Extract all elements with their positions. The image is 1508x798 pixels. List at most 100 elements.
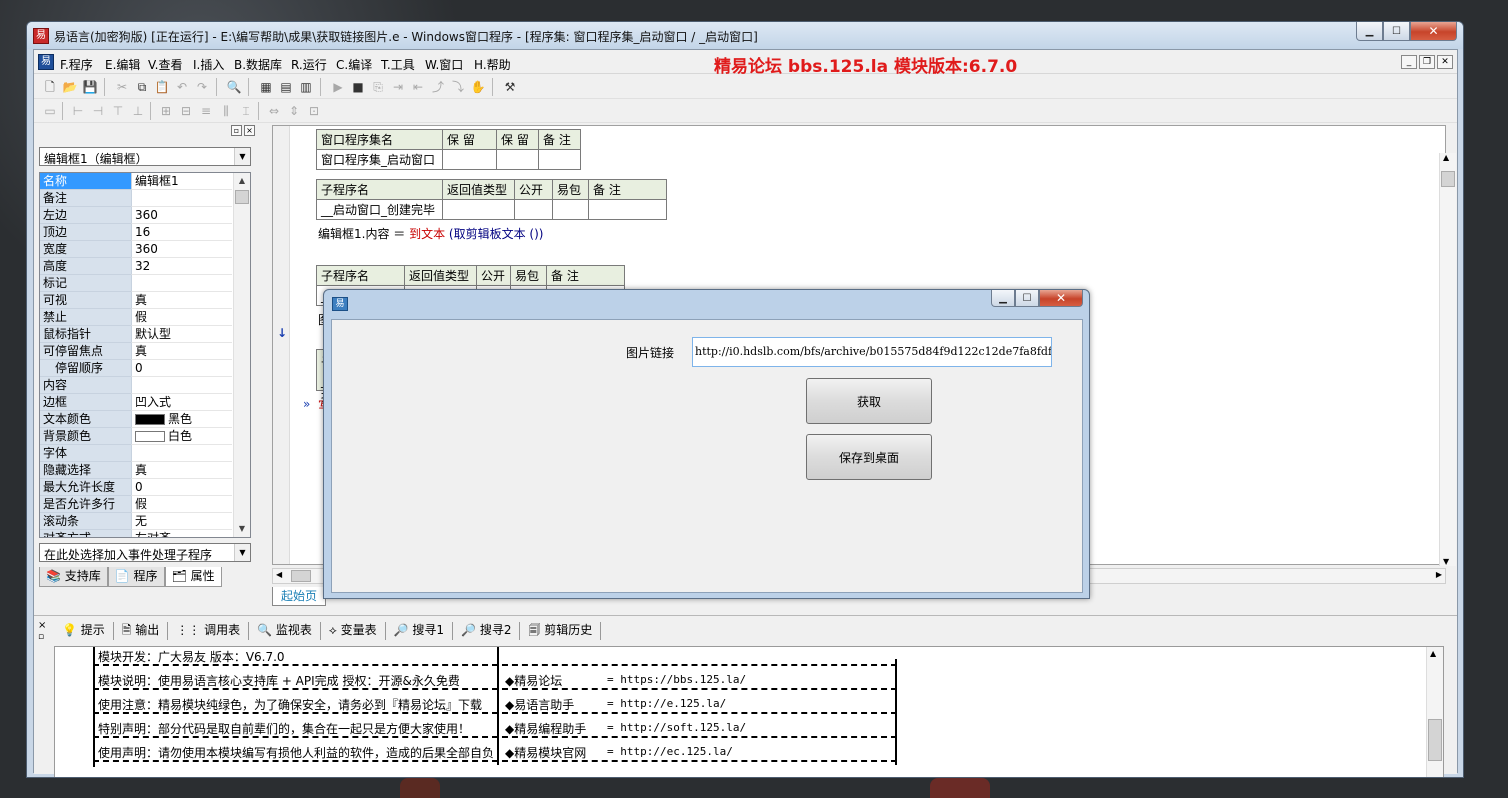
scroll-down-icon[interactable]: ▼: [234, 521, 250, 537]
property-row[interactable]: 禁止假: [40, 309, 232, 326]
code-scrollbar[interactable]: ▲ ▼: [1439, 153, 1456, 566]
menu-database[interactable]: B.数据库: [234, 56, 282, 73]
panel-close-icon[interactable]: ×: [244, 125, 255, 136]
tab-start-page[interactable]: 起始页: [272, 587, 327, 606]
output-textarea[interactable]: 模块开发：广大易友 版本：V6.7.0 模块说明：使用易语言核心支持库 + AP…: [54, 646, 1444, 777]
scroll-thumb[interactable]: [235, 190, 249, 204]
align-d-icon[interactable]: ⊤: [110, 103, 126, 119]
step-c-icon[interactable]: ⇤: [410, 79, 426, 95]
event-selector[interactable]: 在此处选择加入事件处理子程序 ▼: [39, 543, 251, 562]
property-row[interactable]: 宽度 360: [40, 241, 232, 258]
tab-call-table[interactable]: ⋮⋮ 调用表: [168, 622, 250, 640]
tab-output[interactable]: 🗎 输出: [114, 622, 169, 640]
property-value[interactable]: [131, 275, 232, 292]
copy-icon[interactable]: ⧉: [134, 79, 150, 95]
scroll-up-icon[interactable]: ▲: [234, 173, 250, 189]
menu-insert[interactable]: I.插入: [193, 56, 224, 73]
minimize-button[interactable]: ▁: [991, 290, 1015, 307]
property-value[interactable]: 编辑框1: [131, 173, 232, 190]
run-icon[interactable]: ▶: [330, 79, 346, 95]
property-row[interactable]: 顶边 16: [40, 224, 232, 241]
property-row[interactable]: 内容: [40, 377, 232, 394]
property-value[interactable]: 凹入式: [131, 394, 232, 411]
output-scrollbar[interactable]: ▲: [1426, 647, 1443, 777]
align-a-icon[interactable]: ▭: [42, 103, 58, 119]
open-folder-icon[interactable]: 📂: [62, 79, 78, 95]
new-file-icon[interactable]: 🗋: [42, 79, 58, 95]
property-value[interactable]: 真: [131, 292, 232, 309]
scroll-thumb[interactable]: [291, 570, 311, 582]
undo-icon[interactable]: ↶: [174, 79, 190, 95]
property-row[interactable]: 名称 编辑框1: [40, 173, 232, 190]
cut-icon[interactable]: ✂: [114, 79, 130, 95]
property-value[interactable]: 16: [131, 224, 232, 241]
step-b-icon[interactable]: ⇥: [390, 79, 406, 95]
menu-view[interactable]: V.查看: [148, 56, 182, 73]
panel-restore-icon[interactable]: ▫: [231, 125, 242, 136]
mdi-restore-button[interactable]: ❐: [1419, 55, 1435, 69]
menu-compile[interactable]: C.编译: [336, 56, 372, 73]
mdi-minimize-button[interactable]: _: [1401, 55, 1417, 69]
panel-restore-icon[interactable]: ▫: [38, 632, 44, 642]
menu-help[interactable]: H.帮助: [474, 56, 511, 73]
menu-edit[interactable]: E.编辑: [105, 56, 140, 73]
property-value[interactable]: 真: [131, 343, 232, 360]
property-row[interactable]: 滚动条无: [40, 513, 232, 530]
property-row[interactable]: 备注: [40, 190, 232, 207]
tab-program[interactable]: 📄 程序: [107, 567, 165, 587]
chevron-down-icon[interactable]: ▼: [234, 148, 250, 165]
stop-icon[interactable]: ■: [350, 79, 366, 95]
size-c-icon[interactable]: ⊡: [306, 103, 322, 119]
find-icon[interactable]: 🔍: [226, 79, 242, 95]
property-value[interactable]: 0: [131, 479, 232, 496]
space-c-icon[interactable]: ⌶: [238, 103, 254, 119]
panel-close-icon[interactable]: ×: [38, 620, 46, 631]
close-button[interactable]: ✕: [1410, 22, 1457, 41]
save-to-desktop-button[interactable]: 保存到桌面: [806, 434, 932, 480]
property-value[interactable]: 白色: [131, 428, 232, 445]
property-row[interactable]: 隐藏选择真: [40, 462, 232, 479]
paste-icon[interactable]: 📋: [154, 79, 170, 95]
maximize-button[interactable]: ☐: [1015, 290, 1039, 307]
table-cell[interactable]: [442, 199, 515, 220]
property-value[interactable]: 360: [131, 207, 232, 224]
scroll-thumb[interactable]: [1428, 719, 1442, 761]
property-row[interactable]: 背景颜色 白色: [40, 428, 232, 445]
property-value[interactable]: [131, 190, 232, 207]
minimize-button[interactable]: ▁: [1356, 22, 1383, 41]
property-row[interactable]: 标记: [40, 275, 232, 292]
menu-tools[interactable]: T.工具: [381, 56, 415, 73]
layout-b-icon[interactable]: ▤: [278, 79, 294, 95]
table-cell[interactable]: [496, 149, 539, 170]
property-value[interactable]: 32: [131, 258, 232, 275]
scroll-right-icon[interactable]: ▶: [1436, 570, 1442, 579]
property-value[interactable]: 左对齐: [131, 530, 232, 537]
tab-properties[interactable]: 🗂 属性: [164, 567, 222, 587]
property-value[interactable]: 0: [131, 360, 232, 377]
mdi-close-button[interactable]: ✕: [1437, 55, 1453, 69]
property-row[interactable]: 左边 360: [40, 207, 232, 224]
step-e-icon[interactable]: ⤵: [450, 79, 466, 95]
center-v-icon[interactable]: ⊟: [178, 103, 194, 119]
tab-support-lib[interactable]: 📚 支持库: [39, 567, 108, 587]
object-selector[interactable]: 编辑框1（编辑框） ▼: [39, 147, 251, 166]
align-b-icon[interactable]: ⊢: [70, 103, 86, 119]
center-h-icon[interactable]: ⊞: [158, 103, 174, 119]
tab-watch[interactable]: 🔍 监视表: [249, 622, 321, 640]
hand-icon[interactable]: ✋: [470, 79, 486, 95]
scroll-left-icon[interactable]: ◀: [276, 570, 282, 579]
property-row[interactable]: 是否允许多行假: [40, 496, 232, 513]
property-value[interactable]: 真: [131, 462, 232, 479]
fetch-button[interactable]: 获取: [806, 378, 932, 424]
layout-c-icon[interactable]: ▥: [298, 79, 314, 95]
property-value[interactable]: 假: [131, 496, 232, 513]
tab-search1[interactable]: 🔎 搜寻1: [386, 622, 454, 640]
table-cell[interactable]: 窗口程序集_启动窗口: [316, 149, 443, 170]
size-b-icon[interactable]: ⇕: [286, 103, 302, 119]
scroll-down-icon[interactable]: ▼: [1443, 557, 1449, 566]
space-a-icon[interactable]: ≡: [198, 103, 214, 119]
align-e-icon[interactable]: ⊥: [130, 103, 146, 119]
property-row[interactable]: 文本颜色 黑色: [40, 411, 232, 428]
property-row[interactable]: 高度 32: [40, 258, 232, 275]
property-row[interactable]: 停留顺序 0: [40, 360, 232, 377]
